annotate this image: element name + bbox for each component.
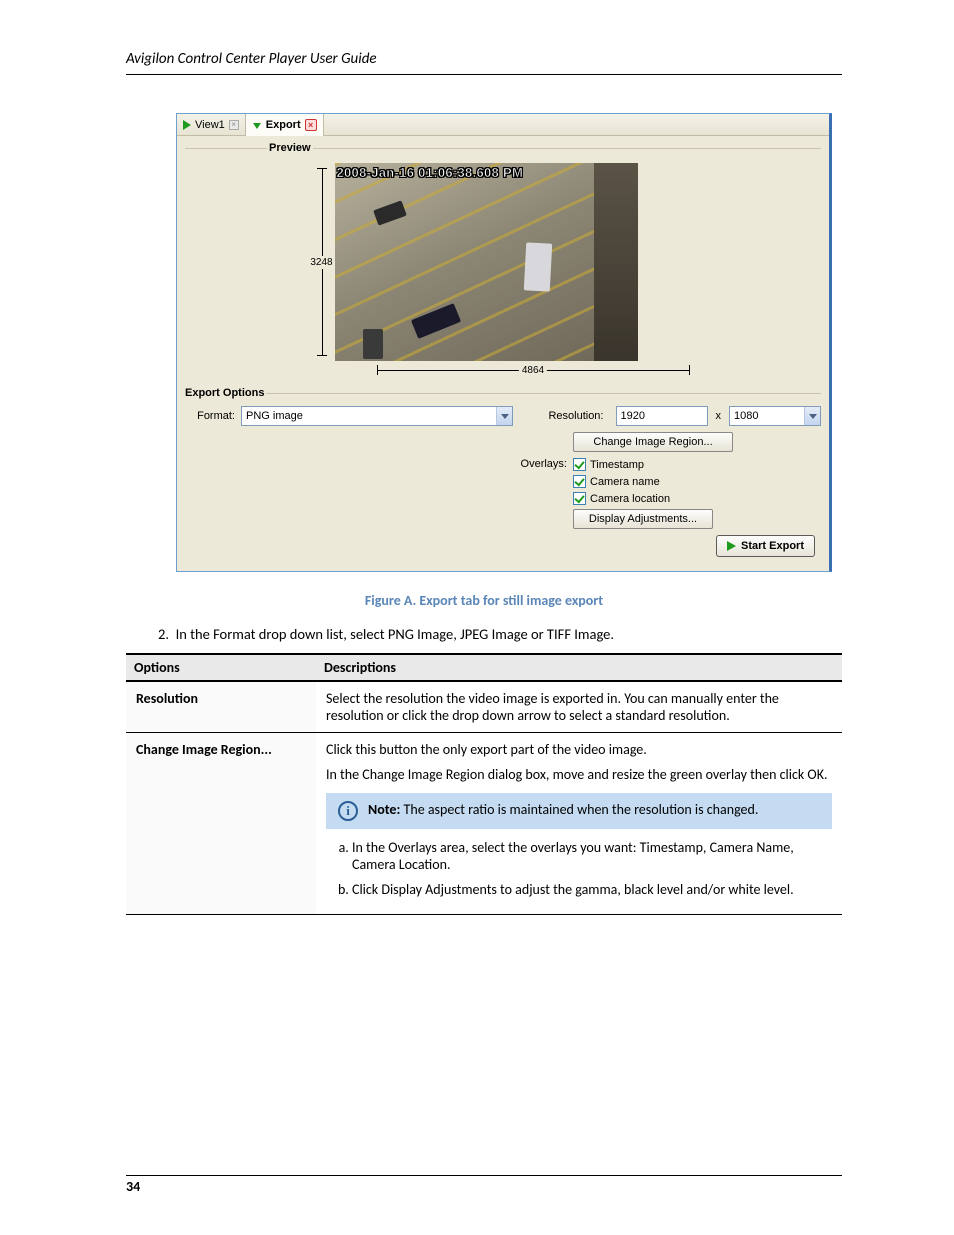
change-image-region-button[interactable]: Change Image Region... [573,432,733,452]
opt-name: Resolution [126,681,316,733]
desc-intro: Click this button the only export part o… [326,741,832,758]
download-icon [252,120,262,130]
page-number: 34 [126,1175,842,1195]
resolution-label: Resolution: [548,410,609,422]
chevron-down-icon[interactable] [496,407,512,425]
resolution-height-dropdown[interactable]: 1080 [729,406,821,426]
tab-label: View1 [195,119,225,131]
overlay-camera-location-row: Camera location [573,492,713,505]
tab-label: Export [266,119,301,131]
note-text: The aspect ratio is maintained when the … [404,801,759,818]
res-width-value: 1920 [621,410,645,422]
resolution-separator: x [716,410,722,422]
close-icon[interactable]: × [305,119,317,131]
resolution-width-input[interactable]: 1920 [616,406,708,426]
start-export-label: Start Export [741,540,804,552]
note-box: i Note: The aspect ratio is maintained w… [326,793,832,829]
overlay-camera-location-checkbox[interactable] [573,492,586,505]
export-options-label: Export Options [183,387,266,399]
col-options: Options [126,654,316,681]
vertical-dimension: 3248 [317,168,327,356]
dimension-value: 4864 [519,365,547,376]
overlay-timestamp-row: Timestamp [573,458,713,471]
overlay-camera-name-row: Camera name [573,475,713,488]
overlay-label: Timestamp [590,459,644,471]
export-window: View1 × Export × Preview 3248 [176,113,832,572]
tab-export[interactable]: Export × [246,114,324,136]
instruction-text: 2. In the Format drop down list, select … [158,625,842,643]
display-adjustments-button[interactable]: Display Adjustments... [573,509,713,529]
chevron-down-icon[interactable] [804,407,820,425]
format-label: Format: [185,410,241,422]
table-row: Change Image Region... Click this button… [126,733,842,915]
arrow-right-icon [727,541,736,551]
dimension-value: 3248 [308,256,334,269]
tab-view1[interactable]: View1 × [177,114,246,136]
note-label: Note: [368,801,400,818]
export-options: Format: PNG image Resolution: 1920 x 108… [177,394,829,571]
table-header-row: Options Descriptions [126,654,842,681]
res-height-value: 1080 [734,410,758,422]
info-icon: i [338,801,358,821]
preview-area: 3248 2008-Jan-16 01:06:38.608 PM [187,149,819,375]
overlay-label: Camera location [590,493,670,505]
options-table: Options Descriptions Resolution Select t… [126,653,842,915]
opt-name: Change Image Region... [126,733,316,915]
figure-caption: Figure A. Export tab for still image exp… [126,592,842,609]
col-descriptions: Descriptions [316,654,842,681]
overlay-camera-name-checkbox[interactable] [573,475,586,488]
horizontal-dimension: 4864 [377,365,690,375]
document-page: Avigilon Control Center Player User Guid… [0,0,954,965]
list-item: Click Display Adjustments to adjust the … [352,881,832,898]
overlays-label: Overlays: [185,458,573,529]
step-list: In the Overlays area, select the overlay… [334,839,832,898]
desc-dialog: In the Change Image Region dialog box, m… [326,766,832,783]
play-icon [183,120,191,130]
opt-desc: Click this button the only export part o… [316,733,842,915]
close-icon[interactable]: × [229,120,239,130]
overlay-timestamp-checkbox[interactable] [573,458,586,471]
tab-strip: View1 × Export × [177,114,829,136]
timestamp-overlay: 2008-Jan-16 01:06:38.608 PM [337,165,524,180]
start-export-button[interactable]: Start Export [716,535,815,557]
overlay-label: Camera name [590,476,660,488]
preview-image[interactable]: 2008-Jan-16 01:06:38.608 PM [335,163,638,361]
preview-label: Preview [267,142,313,154]
opt-desc: Select the resolution the video image is… [316,681,842,733]
table-row: Resolution Select the resolution the vid… [126,681,842,733]
page-header: Avigilon Control Center Player User Guid… [126,50,842,75]
format-dropdown[interactable]: PNG image [241,406,513,426]
format-value: PNG image [246,410,303,422]
list-item: In the Overlays area, select the overlay… [352,839,832,873]
